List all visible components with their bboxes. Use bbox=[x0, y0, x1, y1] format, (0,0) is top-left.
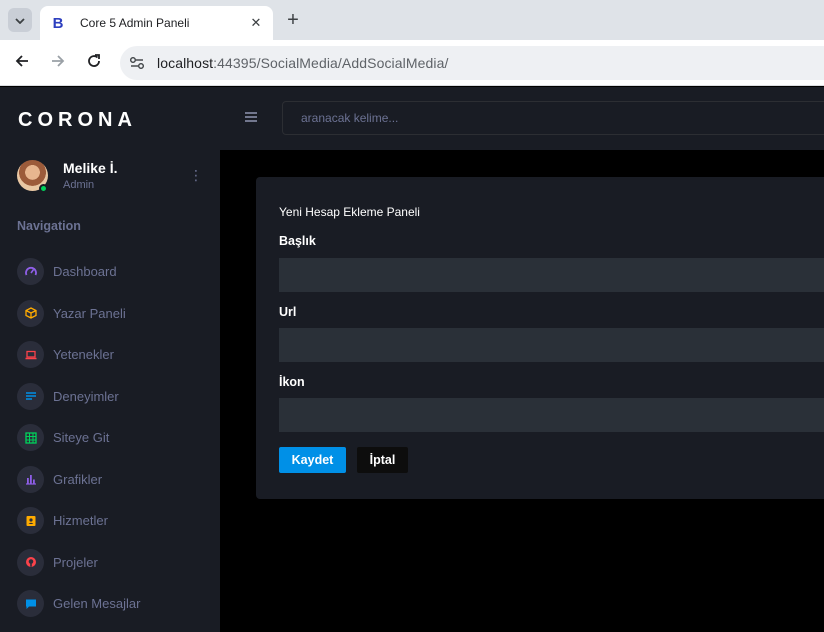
reload-icon bbox=[86, 53, 102, 74]
sidebar: CORONA Melike İ. Admin ⋮ Navigation Dash… bbox=[0, 87, 220, 632]
tab-list-icon bbox=[15, 11, 25, 29]
search-input[interactable] bbox=[301, 102, 801, 134]
close-icon[interactable]: ✕ bbox=[247, 14, 265, 32]
sidebar-item-dashboard[interactable]: Dashboard bbox=[17, 258, 217, 300]
nav-list: Dashboard Yazar Paneli Yetenekler Deneyi… bbox=[17, 258, 217, 632]
cancel-button[interactable]: İptal bbox=[357, 447, 408, 473]
sidebar-item-label: Yazar Paneli bbox=[53, 305, 126, 321]
plus-icon: + bbox=[287, 8, 299, 31]
sidebar-item-label: Hizmetler bbox=[53, 513, 108, 528]
sidebar-item-label: Projeler bbox=[53, 554, 98, 570]
profile-name: Melike İ. bbox=[63, 160, 118, 176]
sidebar-item-projeler[interactable]: Projeler bbox=[17, 548, 217, 591]
sidebar-item-deneyimler[interactable]: Deneyimler bbox=[17, 382, 217, 425]
back-button[interactable] bbox=[10, 51, 34, 75]
profile-role: Admin bbox=[63, 179, 95, 191]
user-profile: Melike İ. Admin ⋮ bbox=[17, 160, 207, 194]
contacts-icon bbox=[17, 507, 44, 534]
title-label: Başlık bbox=[279, 234, 316, 248]
main-content: Yeni Hesap Ekleme Paneli Başlık Url İkon… bbox=[220, 150, 824, 632]
url-text: localhost:44395/SocialMedia/AddSocialMed… bbox=[157, 55, 448, 71]
reload-button[interactable] bbox=[82, 51, 106, 75]
url-host: localhost bbox=[157, 55, 214, 71]
sidebar-item-label: Dashboard bbox=[53, 264, 117, 279]
laptop-icon bbox=[17, 341, 44, 368]
list-icon bbox=[17, 382, 44, 410]
sidebar-item-siteye-git[interactable]: Siteye Git bbox=[17, 424, 217, 466]
browser-toolbar: localhost:44395/SocialMedia/AddSocialMed… bbox=[0, 40, 824, 86]
sidebar-item-gelen-mesajlar[interactable]: Gelen Mesajlar bbox=[17, 590, 217, 632]
search-box bbox=[282, 101, 824, 135]
tab-title: Core 5 Admin Paneli bbox=[80, 16, 190, 30]
kebab-menu-icon[interactable]: ⋮ bbox=[189, 166, 203, 184]
browser-tab-bar: B Core 5 Admin Paneli ✕ + bbox=[0, 0, 824, 40]
save-button[interactable]: Kaydet bbox=[279, 447, 346, 473]
forward-arrow-icon bbox=[50, 53, 66, 74]
admin-app: CORONA Melike İ. Admin ⋮ Navigation Dash… bbox=[0, 87, 824, 632]
sidebar-item-label: Grafikler bbox=[53, 471, 103, 487]
forward-button[interactable] bbox=[46, 51, 70, 75]
site-favicon-icon: B bbox=[52, 14, 64, 32]
online-status-dot bbox=[39, 184, 48, 193]
menu-toggle-icon[interactable] bbox=[244, 110, 258, 124]
sidebar-item-label: Yetenekler bbox=[53, 347, 114, 362]
icon-label: İkon bbox=[279, 375, 305, 389]
sidebar-item-label: Deneyimler bbox=[53, 388, 119, 404]
address-bar[interactable]: localhost:44395/SocialMedia/AddSocialMed… bbox=[120, 46, 824, 80]
sidebar-item-hizmetler[interactable]: Hizmetler bbox=[17, 507, 217, 549]
sidebar-item-yetenekler[interactable]: Yetenekler bbox=[17, 341, 217, 383]
new-tab-button[interactable]: + bbox=[282, 9, 304, 31]
url-label: Url bbox=[279, 305, 297, 319]
browser-tab[interactable]: B Core 5 Admin Paneli ✕ bbox=[40, 6, 273, 40]
icon-input[interactable] bbox=[279, 398, 824, 432]
sidebar-item-yazar-paneli[interactable]: Yazar Paneli bbox=[17, 299, 217, 342]
top-navbar bbox=[220, 87, 824, 150]
sidebar-item-label: Siteye Git bbox=[53, 430, 110, 445]
back-arrow-icon bbox=[14, 53, 30, 74]
sidebar-item-grafikler[interactable]: Grafikler bbox=[17, 465, 217, 508]
url-input[interactable] bbox=[279, 328, 824, 362]
brand-logo[interactable]: CORONA bbox=[18, 109, 137, 132]
message-icon bbox=[17, 590, 44, 617]
tab-list-button[interactable] bbox=[8, 8, 32, 32]
add-account-card: Yeni Hesap Ekleme Paneli Başlık Url İkon… bbox=[256, 177, 824, 499]
site-settings-icon[interactable] bbox=[128, 54, 146, 72]
github-icon bbox=[17, 548, 44, 576]
url-path: :44395/SocialMedia/AddSocialMedia/ bbox=[213, 55, 449, 71]
chart-icon bbox=[17, 465, 44, 493]
card-title: Yeni Hesap Ekleme Paneli bbox=[279, 205, 420, 219]
nav-heading: Navigation bbox=[17, 219, 81, 233]
title-input[interactable] bbox=[279, 258, 824, 292]
table-icon bbox=[17, 424, 44, 451]
speedometer-icon bbox=[17, 258, 44, 285]
cube-icon bbox=[17, 299, 44, 327]
sidebar-item-label: Gelen Mesajlar bbox=[53, 596, 141, 611]
